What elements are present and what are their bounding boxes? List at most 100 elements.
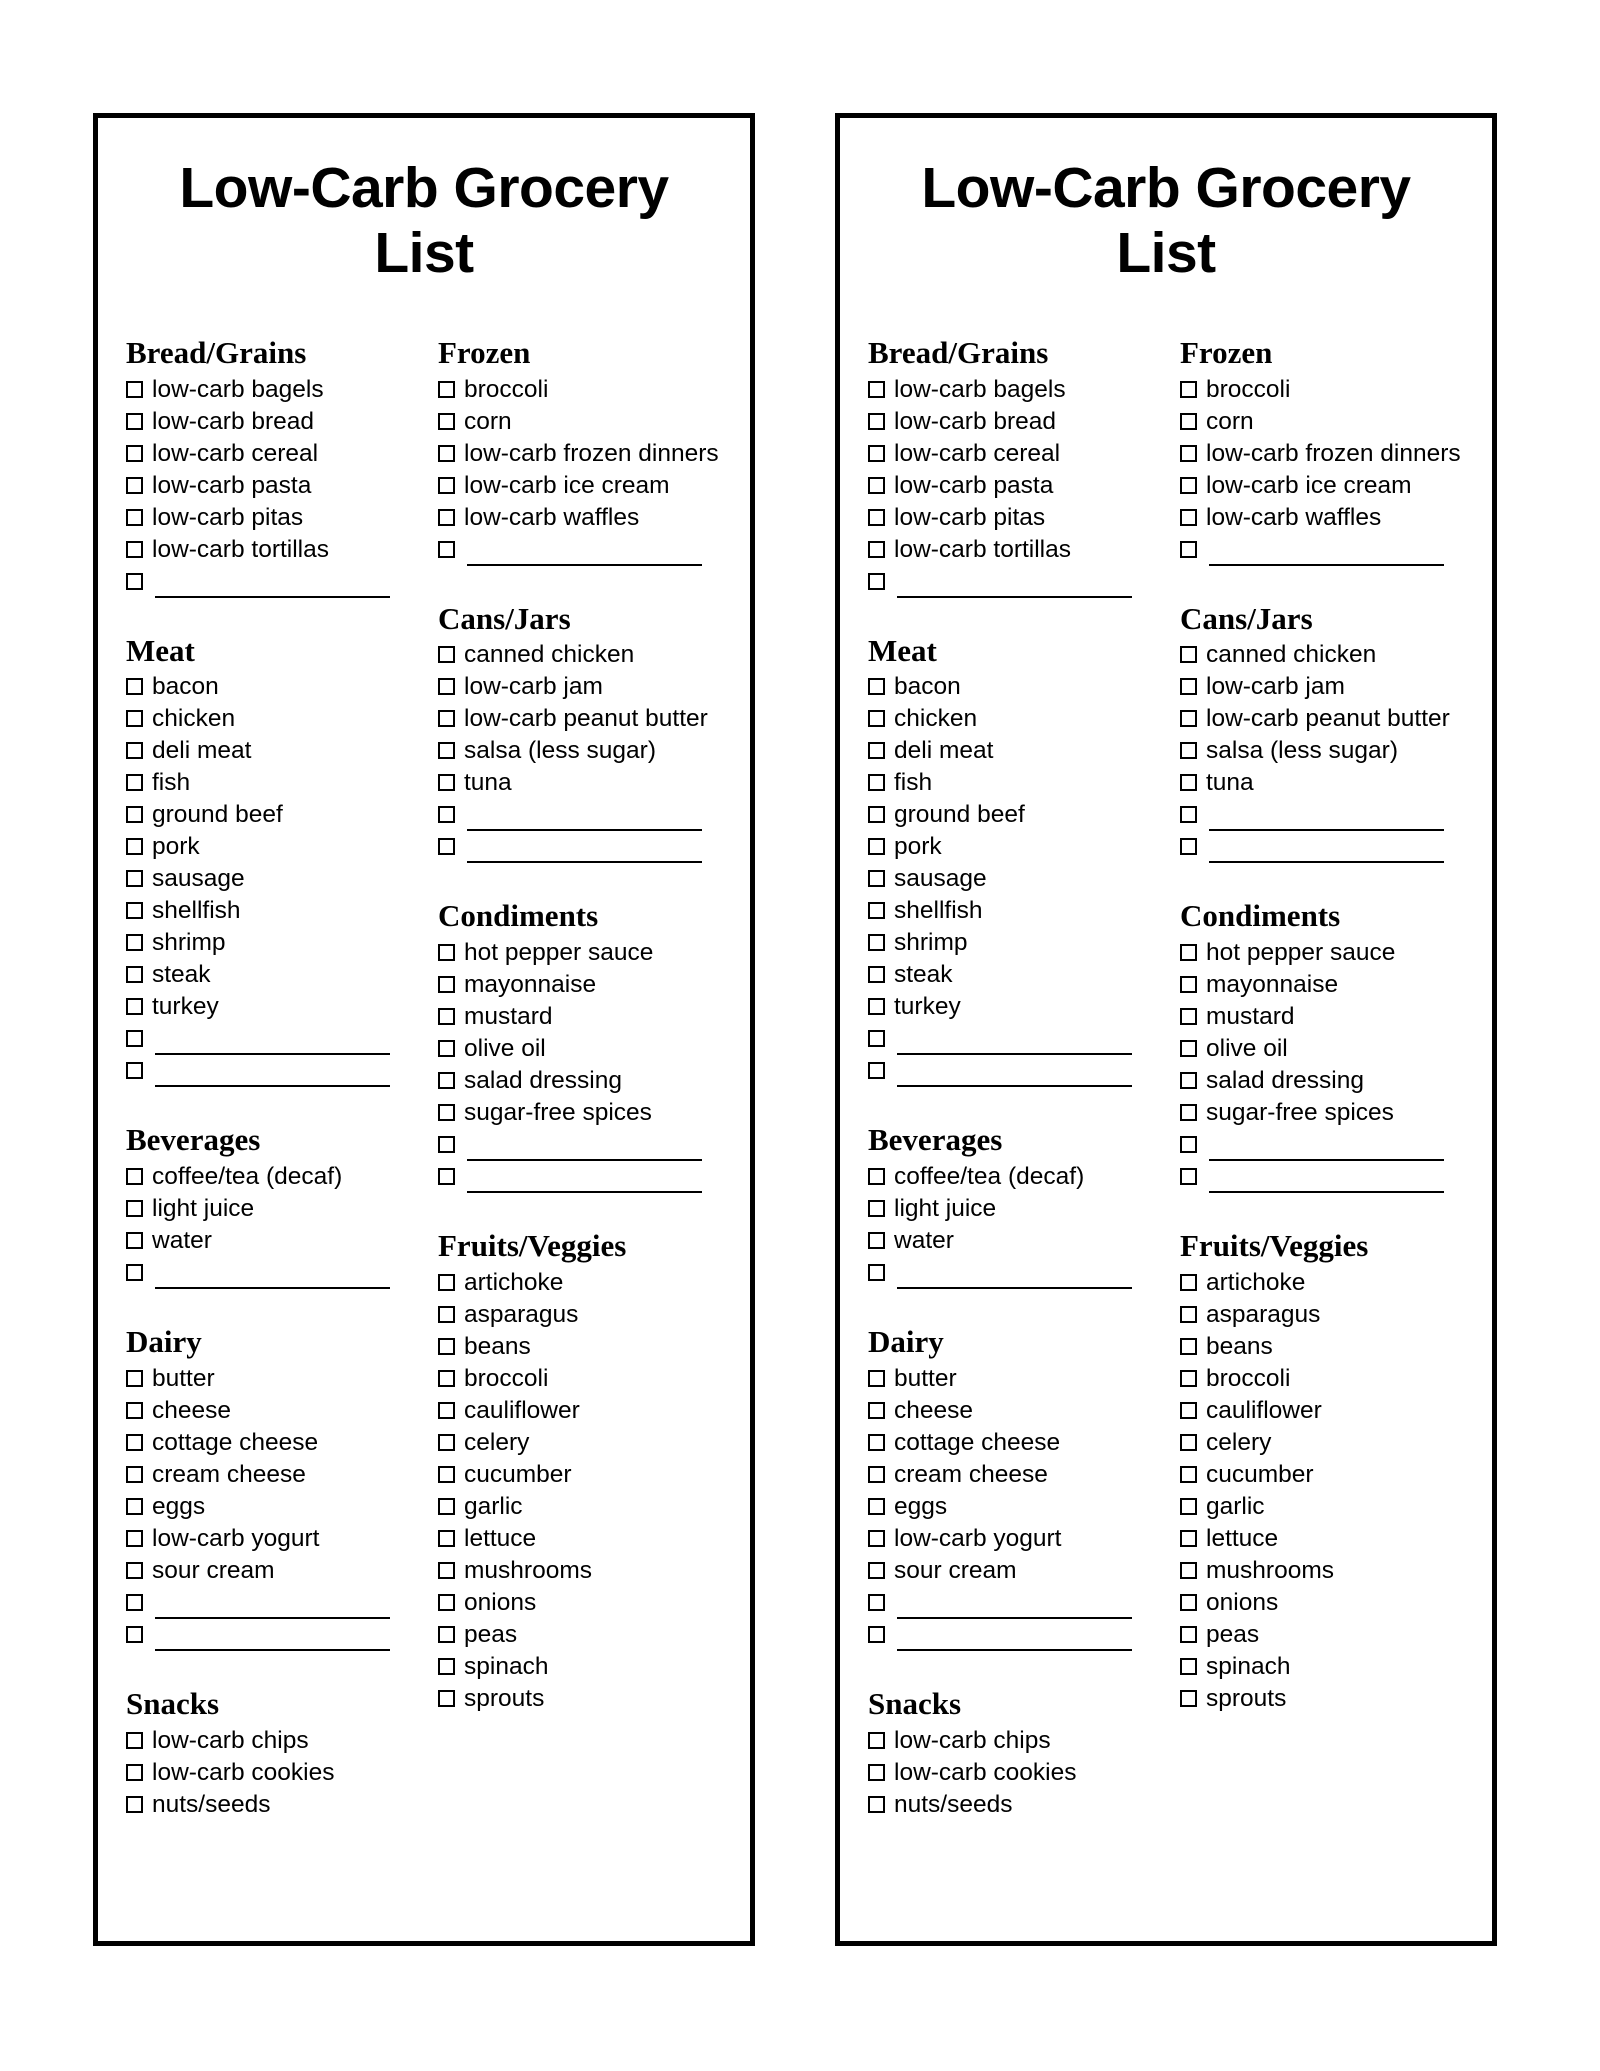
checklist-item[interactable]: cream cheese xyxy=(126,1459,426,1491)
checkbox-icon[interactable] xyxy=(868,540,885,558)
checkbox-icon[interactable] xyxy=(438,774,455,792)
checkbox-icon[interactable] xyxy=(438,1561,455,1579)
checkbox-icon[interactable] xyxy=(438,838,455,856)
checklist-item[interactable]: low-carb chips xyxy=(126,1725,426,1757)
checkbox-icon[interactable] xyxy=(1180,1689,1197,1707)
write-in-line[interactable] xyxy=(897,1587,1132,1619)
checkbox-icon[interactable] xyxy=(1180,1529,1197,1547)
checkbox-icon[interactable] xyxy=(126,1795,143,1813)
checklist-blank-row[interactable] xyxy=(1180,534,1480,566)
write-in-line[interactable] xyxy=(1209,1129,1444,1162)
write-in-line[interactable] xyxy=(897,1023,1132,1056)
checkbox-icon[interactable] xyxy=(868,1625,885,1643)
checklist-item[interactable]: nuts/seeds xyxy=(126,1789,426,1821)
checkbox-icon[interactable] xyxy=(438,944,455,962)
checklist-item[interactable]: hot pepper sauce xyxy=(1180,937,1480,969)
checkbox-icon[interactable] xyxy=(1180,838,1197,856)
checklist-item[interactable]: shellfish xyxy=(126,895,426,927)
checkbox-icon[interactable] xyxy=(868,774,885,792)
checkbox-icon[interactable] xyxy=(868,902,885,920)
checkbox-icon[interactable] xyxy=(438,646,455,664)
checklist-item[interactable]: low-carb pitas xyxy=(126,502,426,534)
checkbox-icon[interactable] xyxy=(868,1465,885,1483)
checkbox-icon[interactable] xyxy=(126,1497,143,1515)
checkbox-icon[interactable] xyxy=(126,1264,143,1282)
checkbox-icon[interactable] xyxy=(126,1168,143,1186)
checklist-item[interactable]: deli meat xyxy=(868,735,1168,767)
checklist-item[interactable]: eggs xyxy=(126,1491,426,1523)
checklist-item[interactable]: deli meat xyxy=(126,735,426,767)
checkbox-icon[interactable] xyxy=(126,1232,143,1250)
checkbox-icon[interactable] xyxy=(126,1731,143,1749)
checklist-item[interactable]: shrimp xyxy=(868,927,1168,959)
checklist-item[interactable]: low-carb cookies xyxy=(868,1757,1168,1789)
checkbox-icon[interactable] xyxy=(126,1465,143,1483)
checklist-item[interactable]: coffee/tea (decaf) xyxy=(126,1161,426,1193)
checklist-item[interactable]: tuna xyxy=(1180,767,1480,799)
checklist-item[interactable]: low-carb pasta xyxy=(868,470,1168,502)
checkbox-icon[interactable] xyxy=(438,1136,455,1154)
checklist-blank-row[interactable] xyxy=(868,1023,1168,1056)
checkbox-icon[interactable] xyxy=(868,1795,885,1813)
checkbox-icon[interactable] xyxy=(868,1030,885,1048)
checklist-item[interactable]: salad dressing xyxy=(438,1065,738,1097)
checklist-item[interactable]: water xyxy=(126,1225,426,1257)
checkbox-icon[interactable] xyxy=(126,412,143,430)
checkbox-icon[interactable] xyxy=(126,1200,143,1218)
checkbox-icon[interactable] xyxy=(126,838,143,856)
checkbox-icon[interactable] xyxy=(126,1369,143,1387)
checklist-blank-row[interactable] xyxy=(126,1055,426,1088)
checkbox-icon[interactable] xyxy=(438,742,455,760)
checklist-item[interactable]: pork xyxy=(868,831,1168,863)
checklist-blank-row[interactable] xyxy=(438,831,738,864)
checklist-item[interactable]: cauliflower xyxy=(438,1395,738,1427)
checklist-item[interactable]: artichoke xyxy=(438,1267,738,1299)
write-in-line[interactable] xyxy=(467,799,702,832)
checklist-item[interactable]: ground beef xyxy=(868,799,1168,831)
checklist-item[interactable]: low-carb waffles xyxy=(438,502,738,534)
checkbox-icon[interactable] xyxy=(438,412,455,430)
checkbox-icon[interactable] xyxy=(868,1593,885,1611)
checkbox-icon[interactable] xyxy=(868,1369,885,1387)
checklist-item[interactable]: light juice xyxy=(868,1193,1168,1225)
checklist-item[interactable]: beans xyxy=(1180,1331,1480,1363)
checklist-item[interactable]: corn xyxy=(1180,406,1480,438)
checkbox-icon[interactable] xyxy=(1180,742,1197,760)
checklist-item[interactable]: salad dressing xyxy=(1180,1065,1480,1097)
checkbox-icon[interactable] xyxy=(868,806,885,824)
checkbox-icon[interactable] xyxy=(868,380,885,398)
checkbox-icon[interactable] xyxy=(1180,1561,1197,1579)
checkbox-icon[interactable] xyxy=(126,1625,143,1643)
checklist-item[interactable]: low-carb cereal xyxy=(868,438,1168,470)
checklist-item[interactable]: sour cream xyxy=(868,1555,1168,1587)
checkbox-icon[interactable] xyxy=(1180,806,1197,824)
checkbox-icon[interactable] xyxy=(438,1593,455,1611)
checkbox-icon[interactable] xyxy=(126,710,143,728)
checklist-item[interactable]: cottage cheese xyxy=(126,1427,426,1459)
checkbox-icon[interactable] xyxy=(126,380,143,398)
write-in-line[interactable] xyxy=(897,1257,1132,1290)
checkbox-icon[interactable] xyxy=(438,1008,455,1026)
checkbox-icon[interactable] xyxy=(126,966,143,984)
checkbox-icon[interactable] xyxy=(126,998,143,1016)
checklist-item[interactable]: low-carb peanut butter xyxy=(438,703,738,735)
checklist-item[interactable]: lettuce xyxy=(1180,1523,1480,1555)
checklist-item[interactable]: olive oil xyxy=(438,1033,738,1065)
checkbox-icon[interactable] xyxy=(126,572,143,590)
checkbox-icon[interactable] xyxy=(868,1062,885,1080)
checklist-item[interactable]: shellfish xyxy=(868,895,1168,927)
checklist-item[interactable]: steak xyxy=(126,959,426,991)
write-in-line[interactable] xyxy=(1209,831,1444,864)
checklist-item[interactable]: low-carb tortillas xyxy=(126,534,426,566)
checklist-item[interactable]: butter xyxy=(126,1363,426,1395)
checklist-blank-row[interactable] xyxy=(868,1619,1168,1651)
checkbox-icon[interactable] xyxy=(868,1731,885,1749)
checklist-item[interactable]: salsa (less sugar) xyxy=(1180,735,1480,767)
checklist-item[interactable]: onions xyxy=(1180,1587,1480,1619)
checkbox-icon[interactable] xyxy=(126,540,143,558)
checklist-blank-row[interactable] xyxy=(126,566,426,598)
write-in-line[interactable] xyxy=(1209,799,1444,832)
checkbox-icon[interactable] xyxy=(868,572,885,590)
checkbox-icon[interactable] xyxy=(1180,1401,1197,1419)
checklist-item[interactable]: sprouts xyxy=(438,1683,738,1715)
